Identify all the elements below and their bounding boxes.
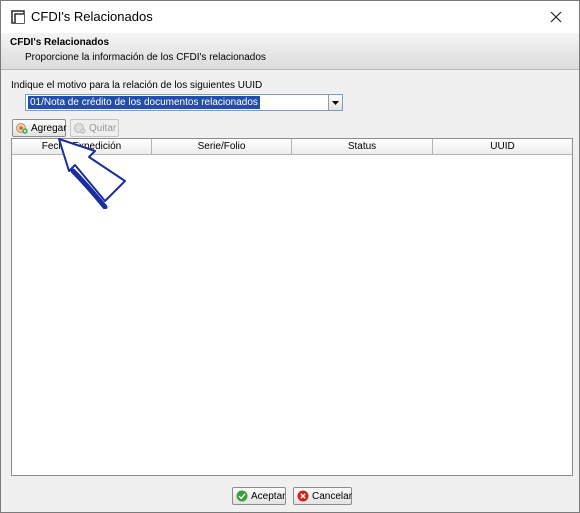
motivo-label: Indique el motivo para la relación de lo… [11, 80, 263, 91]
cancel-button[interactable]: Cancelar [293, 487, 352, 505]
column-header-status[interactable]: Status [292, 139, 433, 154]
column-header-uuid[interactable]: UUID [433, 139, 572, 154]
column-header-serie-folio[interactable]: Serie/Folio [152, 139, 292, 154]
accept-button[interactable]: Aceptar [232, 487, 286, 505]
cancel-button-label: Cancelar [312, 490, 353, 502]
add-icon [16, 123, 28, 134]
motivo-select[interactable]: 01/Nota de crédito de los documentos rel… [25, 94, 343, 111]
dropdown-arrow-button[interactable] [328, 95, 342, 110]
add-button-label: Agregar [31, 122, 67, 134]
check-icon [236, 490, 248, 502]
motivo-selected-value: 01/Nota de crédito de los documentos rel… [28, 96, 260, 109]
close-icon [550, 11, 562, 23]
header-banner: CFDI's Relacionados Proporcione la infor… [1, 33, 579, 70]
chevron-down-icon [332, 100, 339, 105]
cancel-icon [297, 490, 309, 502]
add-button[interactable]: Agregar [12, 119, 67, 137]
header-title: CFDI's Relacionados [10, 37, 110, 48]
remove-button-label: Quitar [89, 122, 117, 134]
accept-button-label: Aceptar [251, 490, 286, 502]
header-subtitle: Proporcione la información de los CFDI's… [25, 52, 266, 63]
window-title: CFDI's Relacionados [31, 9, 153, 24]
app-icon [11, 10, 25, 24]
pointer-arrow-icon [58, 138, 126, 209]
remove-button[interactable]: Quitar [70, 119, 119, 137]
remove-icon [74, 123, 86, 134]
dialog-window: CFDI's Relacionados CFDI's Relacionados … [0, 0, 580, 513]
close-button[interactable] [533, 1, 579, 33]
title-bar: CFDI's Relacionados [1, 1, 579, 33]
